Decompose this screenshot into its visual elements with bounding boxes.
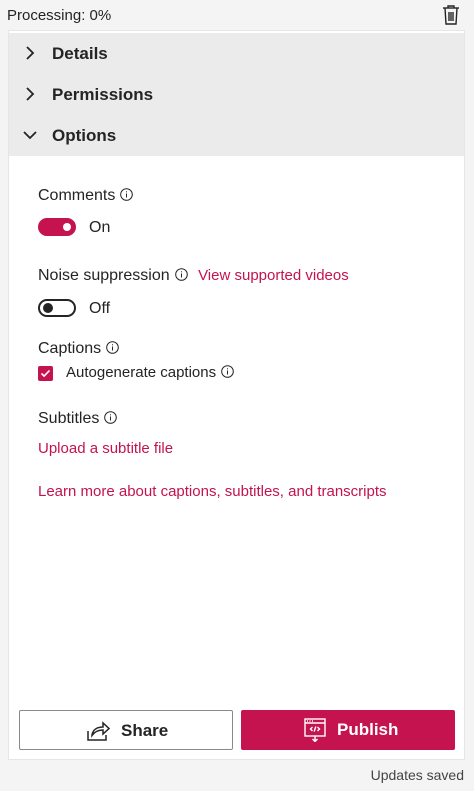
save-status: Updates saved (370, 767, 464, 783)
trash-icon[interactable] (441, 4, 461, 26)
captions-label: Captions (38, 340, 102, 357)
info-icon[interactable] (104, 411, 118, 424)
info-icon[interactable] (106, 341, 119, 354)
view-supported-videos-link[interactable]: View supported videos (198, 267, 349, 284)
comments-toggle[interactable] (38, 218, 76, 236)
info-icon[interactable] (174, 268, 188, 281)
details-label: Details (52, 44, 108, 63)
noise-suppression-toggle-state: Off (89, 300, 111, 317)
info-icon[interactable] (221, 365, 234, 378)
noise-suppression-label-row: Noise suppression View supported videos (38, 267, 349, 285)
settings-panel: Details Permissions Options Comments On … (8, 30, 465, 760)
processing-status: Processing: 0% (7, 7, 112, 24)
autogenerate-captions-row: Autogenerate captions (66, 364, 234, 381)
permissions-accordion-header[interactable]: Permissions (9, 74, 464, 115)
permissions-label: Permissions (52, 85, 154, 104)
subtitles-label-row: Subtitles (38, 410, 118, 428)
comments-label: Comments (38, 187, 116, 204)
details-accordion-header[interactable]: Details (9, 33, 464, 74)
autogenerate-captions-label: Autogenerate captions (66, 364, 217, 381)
noise-suppression-label: Noise suppression (38, 267, 170, 284)
publish-icon (304, 718, 326, 747)
noise-suppression-toggle[interactable] (38, 299, 76, 317)
options-label: Options (52, 126, 117, 145)
chevron-down-icon (21, 126, 39, 144)
comments-toggle-state: On (89, 219, 111, 236)
publish-label: Publish (337, 720, 399, 739)
captions-label-row: Captions (38, 340, 119, 358)
share-label: Share (121, 721, 169, 740)
autogenerate-captions-checkbox[interactable] (38, 366, 53, 381)
publish-button[interactable]: Publish (241, 710, 455, 750)
share-icon (86, 720, 111, 747)
info-icon[interactable] (120, 188, 134, 201)
top-bar: Processing: 0% (0, 0, 474, 30)
comments-label-row: Comments (38, 187, 134, 205)
subtitles-label: Subtitles (38, 410, 100, 427)
chevron-right-icon (21, 44, 39, 62)
share-button[interactable]: Share (19, 710, 233, 750)
chevron-right-icon (21, 85, 39, 103)
upload-subtitle-link[interactable]: Upload a subtitle file (38, 440, 173, 457)
options-accordion-header[interactable]: Options (9, 115, 464, 156)
learn-more-link[interactable]: Learn more about captions, subtitles, an… (38, 483, 387, 500)
